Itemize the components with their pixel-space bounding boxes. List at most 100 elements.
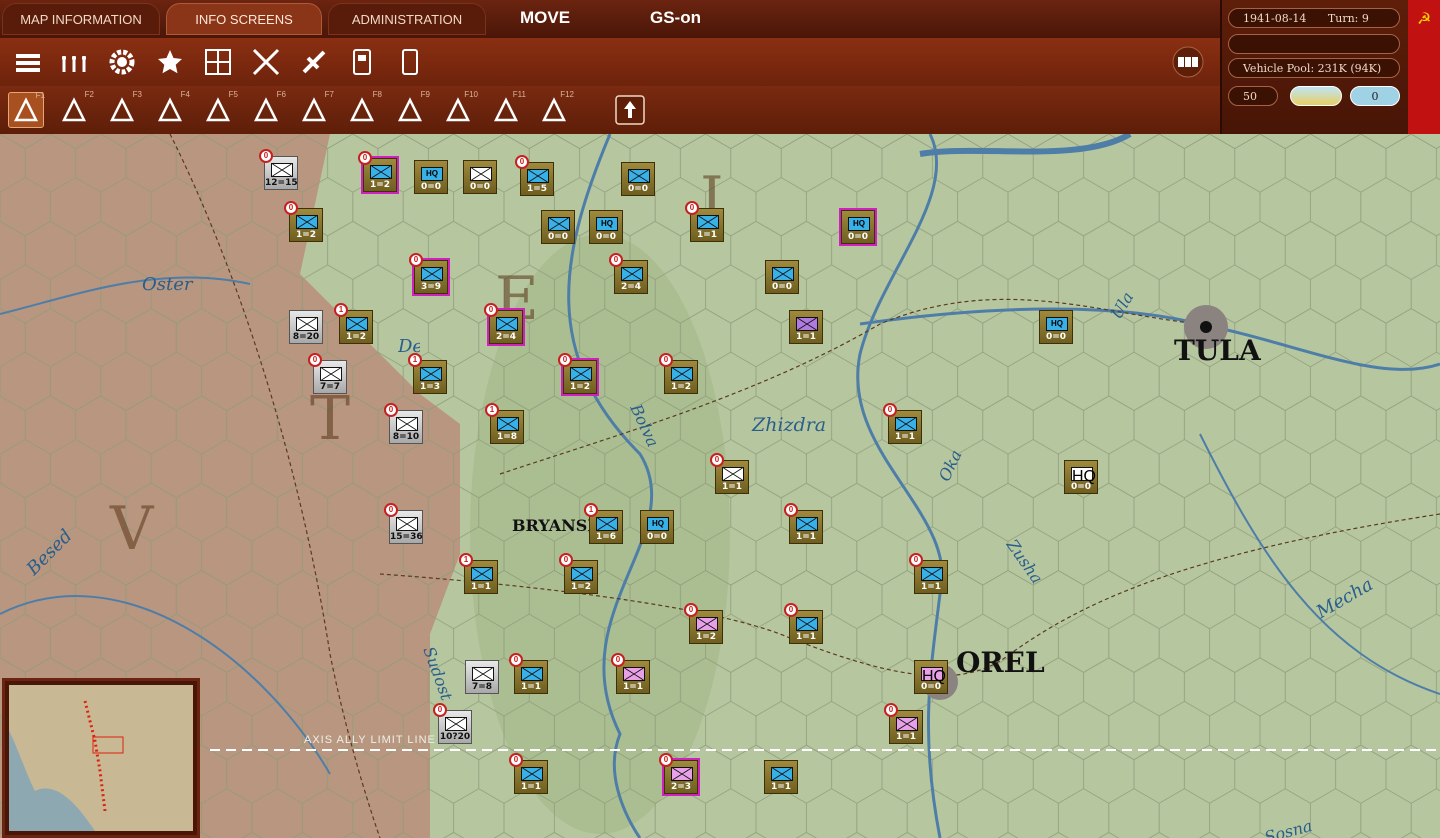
unit-strength: 15=36	[390, 532, 423, 542]
airstrike-icon[interactable]: F7	[296, 90, 334, 128]
unit-counter[interactable]: 0=0	[541, 210, 575, 244]
star-icon[interactable]	[152, 44, 188, 80]
ground-units-icon[interactable]	[56, 44, 92, 80]
unit-counter[interactable]: 1=1	[789, 310, 823, 344]
unit-symbol-icon	[796, 317, 818, 331]
gs-label[interactable]: GS-on	[650, 8, 701, 28]
unit-strength: 0=0	[646, 532, 668, 542]
unit-counter[interactable]: 2=4 0	[609, 253, 648, 294]
unit-counter[interactable]: 1=1 1	[459, 553, 498, 594]
unit-counter[interactable]: 1=1 0	[509, 753, 548, 794]
unit-counter[interactable]: 1=1 0	[784, 603, 823, 644]
unit-strength: 1=1	[795, 532, 817, 542]
unit-counter[interactable]: 1=1 0	[909, 553, 948, 594]
mode-label[interactable]: MOVE	[520, 8, 570, 28]
rail-icon[interactable]: F2	[56, 90, 94, 128]
unit-counter[interactable]: HQ 0=0	[414, 160, 448, 194]
fkey-label: F12	[560, 90, 574, 99]
unit-badge: 0	[909, 553, 923, 567]
unit-counter[interactable]: 7=8	[465, 660, 499, 694]
unit-counter[interactable]: 1=1 0	[883, 403, 922, 444]
phone-icon[interactable]	[392, 44, 428, 80]
unit-counter[interactable]: 1=2 0	[684, 603, 723, 644]
soviet-flag-icon[interactable]: ☭	[1408, 0, 1440, 136]
unit-counter[interactable]: 1=5 0	[515, 155, 554, 196]
unit-counter[interactable]: 1=1 0	[509, 653, 548, 694]
unit-strength: 1=1	[622, 682, 644, 692]
unit-counter[interactable]: HQ 0=0	[914, 660, 948, 694]
unit-badge: 0	[259, 149, 273, 163]
unit-counter[interactable]: 15=36 0	[384, 503, 423, 544]
unit-counter[interactable]: 1=1 0	[884, 703, 923, 744]
minimap[interactable]	[2, 678, 200, 838]
unit-counter[interactable]: 8=20	[289, 310, 323, 344]
explosion-icon[interactable]: F11	[488, 90, 526, 128]
naval-icon[interactable]: F3	[104, 90, 142, 128]
unit-counter[interactable]: HQ 0=0	[589, 210, 623, 244]
aircraft-icon[interactable]	[296, 44, 332, 80]
unit-counter[interactable]: 12=15 0	[259, 149, 298, 190]
reports-icon[interactable]	[1170, 44, 1206, 80]
supply-depot-icon[interactable]	[344, 44, 380, 80]
unit-counter[interactable]: 1=1 0	[611, 653, 650, 694]
next-unit-icon[interactable]: F12	[536, 90, 574, 128]
unit-counter[interactable]: 2=4 0	[484, 303, 525, 346]
unit-symbol-icon	[527, 169, 549, 183]
counter-box[interactable]: 0	[1350, 86, 1400, 106]
city-label-bryansk: BRYANSK	[512, 516, 590, 535]
weather-icon[interactable]	[1290, 86, 1342, 106]
bombard-icon[interactable]: F8	[344, 90, 382, 128]
unit-counter[interactable]: 1=2 0	[284, 201, 323, 242]
tab-administration[interactable]: ADMINISTRATION	[328, 3, 486, 35]
unit-counter[interactable]: 3=9 0	[409, 253, 450, 296]
unit-counter[interactable]: 1=1 0	[784, 503, 823, 544]
air-transport-icon[interactable]: F10	[440, 90, 478, 128]
unit-stack-icon[interactable]	[10, 44, 46, 80]
unit-counter[interactable]: HQ 0=0	[640, 510, 674, 544]
city-grid-icon[interactable]	[200, 44, 236, 80]
shore-icon[interactable]: F4	[152, 90, 190, 128]
unit-counter[interactable]: 1=1 0	[685, 201, 724, 242]
unit-counter[interactable]: 7=7 0	[308, 353, 347, 394]
air-recon-icon[interactable]: F5	[200, 90, 238, 128]
unit-counter[interactable]: 1=2 0	[559, 553, 598, 594]
date-text: 1941-08-14	[1243, 12, 1307, 25]
hex-map[interactable]: I E T V TULA OREL BRYANSK Oster Ula Zhiz…	[0, 134, 1440, 838]
unit-badge: 0	[509, 753, 523, 767]
unit-counter[interactable]: 1=1	[764, 760, 798, 794]
tab-map-information[interactable]: MAP INFORMATION	[2, 3, 160, 35]
unit-symbol-icon	[772, 267, 794, 281]
unit-counter[interactable]: HQ 0=0	[1039, 310, 1073, 344]
unit-symbol-icon	[796, 517, 818, 531]
unit-counter[interactable]: 1=3 1	[408, 353, 447, 394]
unit-symbol-icon	[370, 165, 392, 179]
settings-gear-icon[interactable]	[104, 44, 140, 80]
unit-counter[interactable]: 1=8 1	[485, 403, 524, 444]
unit-counter[interactable]: 1=2 0	[358, 151, 399, 194]
unit-counter[interactable]: 8=10 0	[384, 403, 423, 444]
unit-badge: 0	[308, 353, 322, 367]
unit-strength: 1=1	[520, 682, 542, 692]
tab-info-screens[interactable]: INFO SCREENS	[166, 3, 322, 35]
hq-symbol-icon: HQ	[596, 217, 618, 231]
unit-strength: 3=9	[420, 282, 442, 292]
paradrop-icon[interactable]: F9	[392, 90, 430, 128]
unit-counter[interactable]: HQ 0=0	[839, 208, 877, 246]
unit-counter[interactable]: 1=6 1	[584, 503, 623, 544]
unit-strength: 1=3	[419, 382, 441, 392]
unit-counter[interactable]: 0=0	[463, 160, 497, 194]
unit-counter[interactable]: HQ 0=0	[1064, 460, 1098, 494]
unit-counter[interactable]: 10?20 0	[433, 703, 472, 744]
unit-counter[interactable]: 1=2 0	[558, 353, 599, 396]
artillery-icon[interactable]: F6	[248, 90, 286, 128]
move-icon[interactable]: F1	[8, 91, 45, 128]
air-missions-icon[interactable]	[248, 44, 284, 80]
unit-counter[interactable]: 0=0	[765, 260, 799, 294]
end-turn-icon[interactable]	[612, 92, 648, 128]
unit-counter[interactable]: 1=2 1	[334, 303, 373, 344]
unit-counter[interactable]: 2=3 0	[659, 753, 700, 796]
unit-counter[interactable]: 0=0	[621, 162, 655, 196]
unit-strength: 1=1	[894, 432, 916, 442]
unit-counter[interactable]: 1=2 0	[659, 353, 698, 394]
unit-counter[interactable]: 1=1 0	[710, 453, 749, 494]
